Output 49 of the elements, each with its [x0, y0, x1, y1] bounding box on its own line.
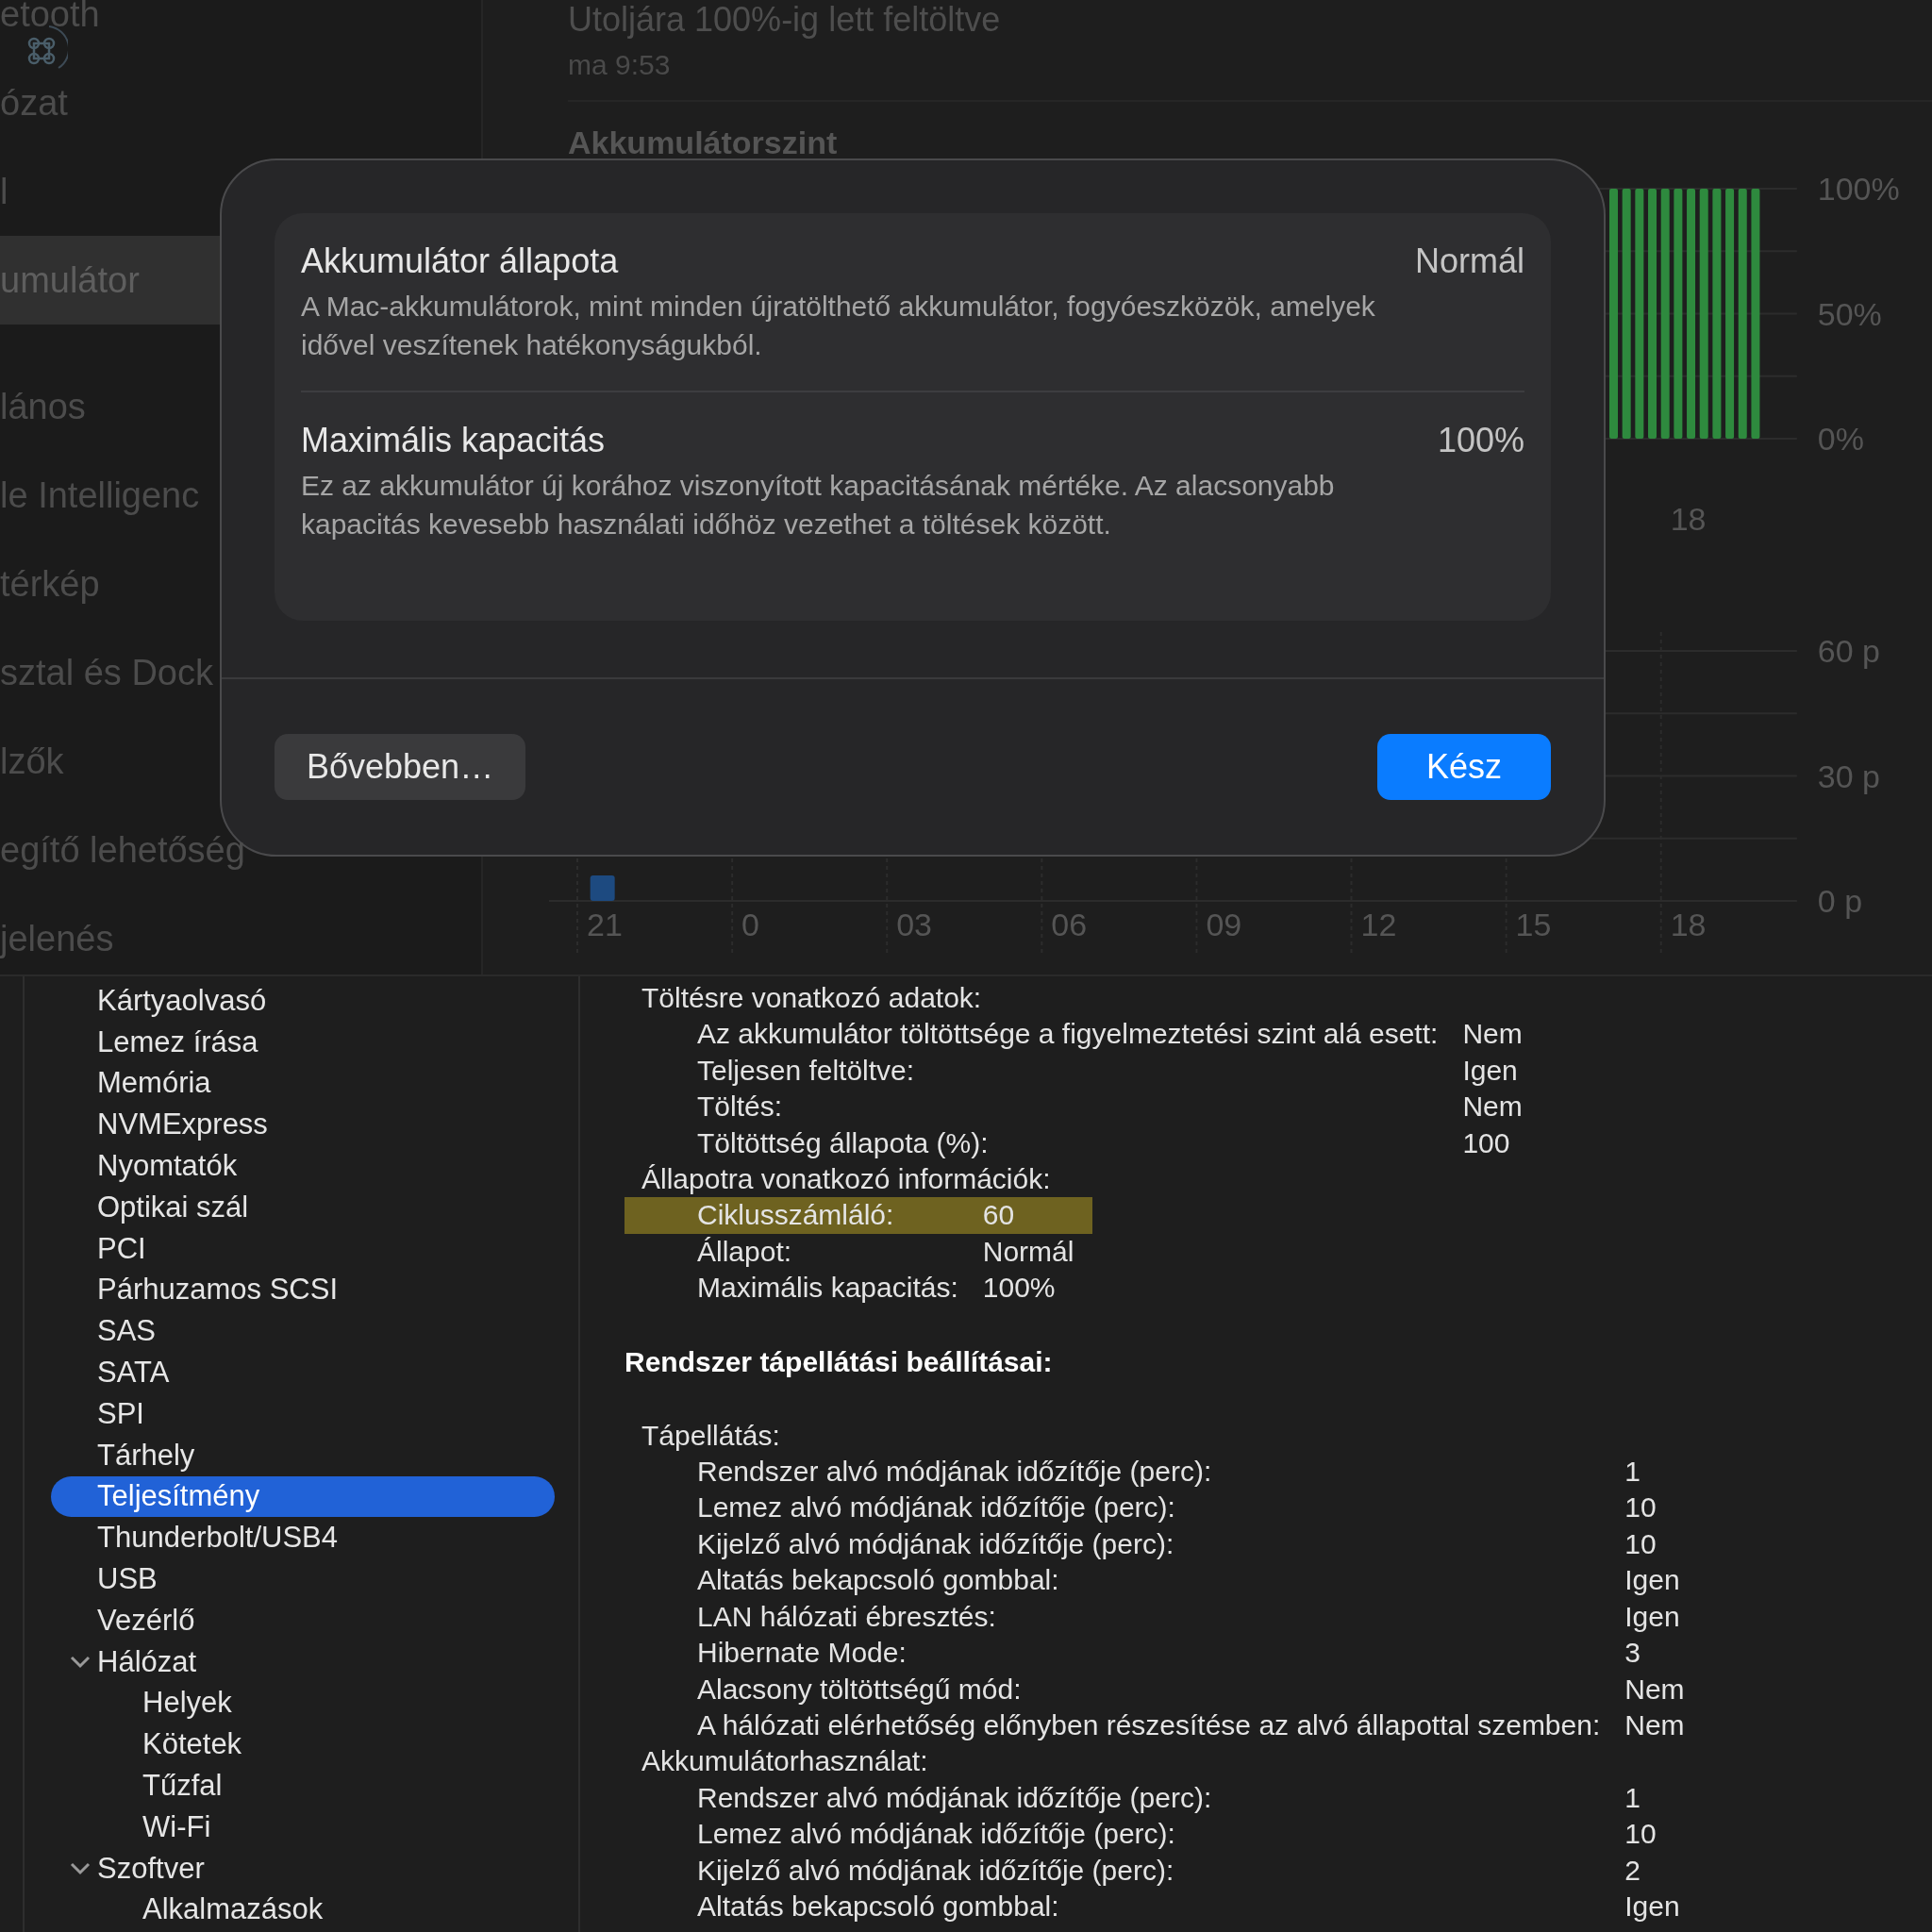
- group-title: Tápellátás:: [641, 1418, 781, 1453]
- property-label: Rendszer alvó módjának időzítője (perc):: [696, 1780, 1213, 1815]
- property-value: Normál: [982, 1234, 1075, 1269]
- property-label: Hibernate Mode:: [696, 1636, 908, 1671]
- property-label: Állapot:: [696, 1234, 793, 1269]
- property-value: Nem: [1462, 1090, 1524, 1124]
- property-label: Maximális kapacitás:: [696, 1271, 959, 1306]
- property-label: Az akkumulátor töltöttsége a figyelmeztetési szint alá esett:: [696, 1017, 1440, 1052]
- property-label: Ciklusszámláló:: [625, 1197, 983, 1234]
- group-title: Töltésre vonatkozó adatok:: [641, 981, 983, 1015]
- row-description: A Mac-akkumulátorok, mint minden újratölthető akkumulátor, fogyóeszközök, amelyek idővel veszítenek hatékonyságukból.: [301, 290, 1376, 362]
- property-label: Töltés:: [696, 1090, 784, 1124]
- property-label: Kijelző alvó módjának időzítője (perc):: [696, 1853, 1175, 1888]
- property-value: 1: [1624, 1455, 1641, 1490]
- property-value: 100: [1462, 1125, 1511, 1160]
- property-value: 10: [1624, 1817, 1657, 1852]
- property-value: 100%: [982, 1271, 1057, 1306]
- property-value: 10: [1624, 1491, 1657, 1525]
- property-label: Alacsony töltöttségű mód:: [696, 1672, 1023, 1707]
- property-value: Nem: [1624, 1707, 1686, 1742]
- property-label: Kijelző alvó módjának időzítője (perc):: [696, 1526, 1175, 1561]
- property-label: Lemez alvó módjának időzítője (perc):: [696, 1817, 1176, 1852]
- property-value: Igen: [1624, 1889, 1681, 1924]
- property-label: Altatás bekapcsoló gombbal:: [696, 1563, 1060, 1598]
- row-value: 100%: [1437, 421, 1524, 460]
- section-heading: Rendszer tápellátási beállításai:: [625, 1344, 1054, 1379]
- property-value: Igen: [1624, 1599, 1681, 1634]
- row-title: Akkumulátor állapota: [301, 242, 620, 281]
- group-title: Állapotra vonatkozó információk:: [641, 1162, 1052, 1197]
- property-label: Lemez alvó módjának időzítője (perc):: [696, 1491, 1176, 1525]
- property-value: 2: [1624, 1853, 1641, 1888]
- property-value: Igen: [1624, 1563, 1681, 1598]
- property-label: LAN hálózati ébresztés:: [696, 1599, 997, 1634]
- property-label: Altatás bekapcsoló gombbal:: [696, 1889, 1060, 1924]
- row-description: Ez az akkumulátor új korához viszonyított kapacitásának mértéke. Az alacsonyabb kapacitás kevesebb használati időhöz vezethet a töltések között.: [301, 469, 1336, 541]
- property-label: Rendszer alvó módjának időzítője (perc):: [696, 1455, 1213, 1490]
- property-label: Töltöttség állapota (%):: [696, 1125, 990, 1160]
- property-value: 3: [1624, 1636, 1641, 1671]
- property-value: Nem: [1462, 1017, 1524, 1052]
- property-value: Igen: [1462, 1053, 1519, 1088]
- group-title: Akkumulátorhasználat:: [641, 1744, 929, 1779]
- row-value: Normál: [1415, 242, 1524, 281]
- property-value: 1: [1624, 1780, 1641, 1815]
- property-label: A hálózati elérhetőség előnyben részesítése az alvó állapottal szemben:: [696, 1707, 1602, 1742]
- row-title: Maximális kapacitás: [301, 421, 607, 460]
- property-value: 60: [982, 1197, 1093, 1234]
- property-label: Teljesen feltöltve:: [696, 1053, 916, 1088]
- property-value: Nem: [1624, 1672, 1686, 1707]
- property-value: 10: [1624, 1526, 1657, 1561]
